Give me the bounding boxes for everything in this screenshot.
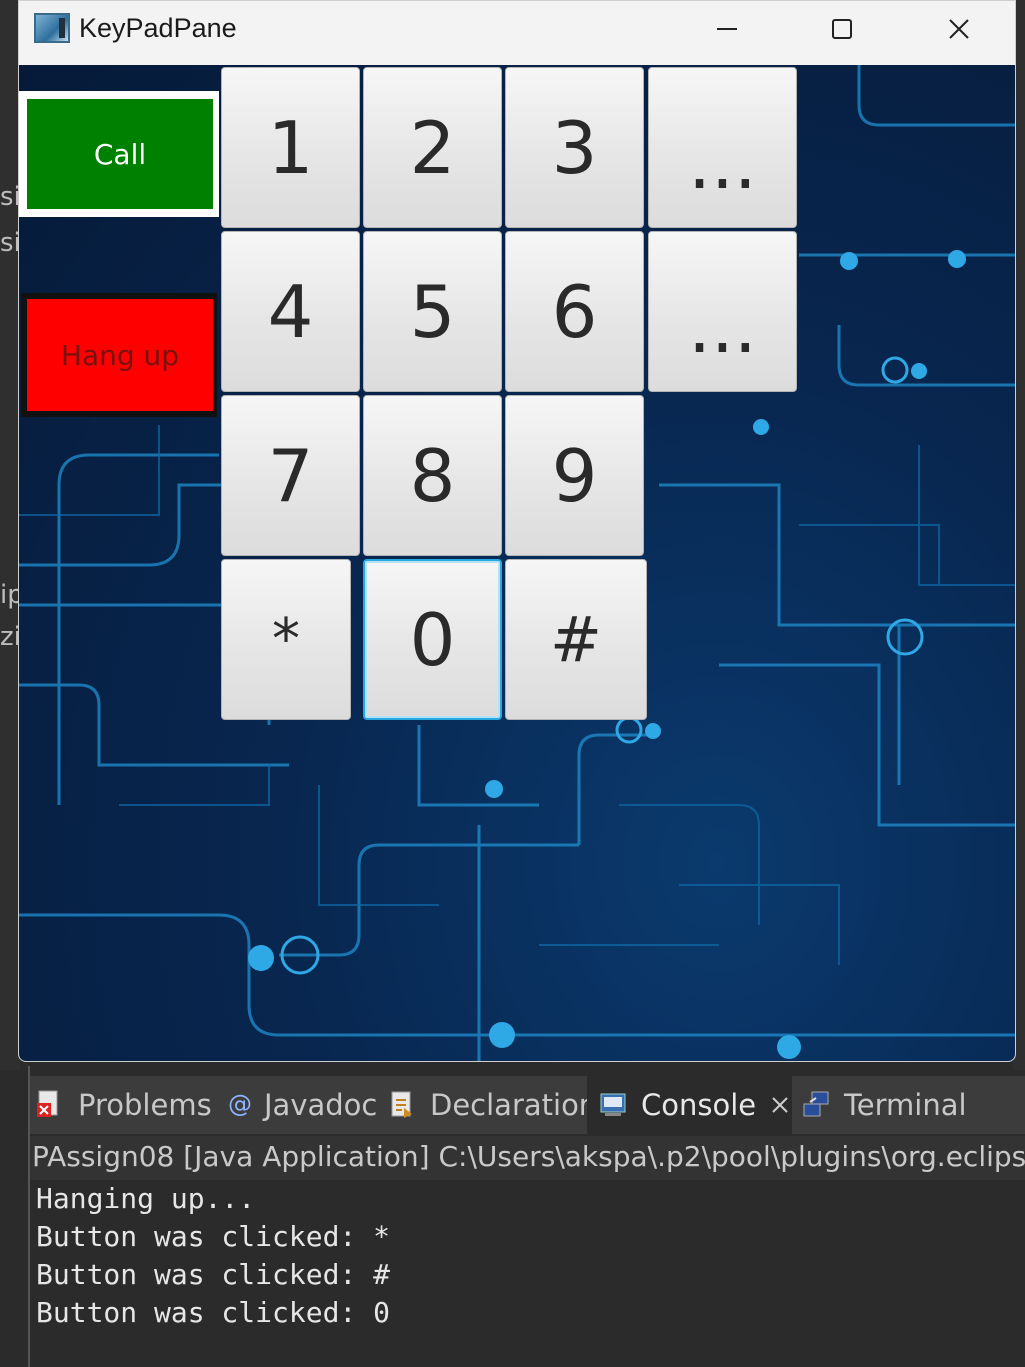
- key-hash[interactable]: #: [505, 559, 647, 720]
- console-line: Hanging up...: [36, 1182, 256, 1215]
- key-2[interactable]: 2: [363, 67, 502, 228]
- close-tab-icon[interactable]: [770, 1088, 790, 1122]
- tab-label: Declaration: [430, 1088, 598, 1122]
- at-icon: @: [228, 1090, 252, 1118]
- tab-label: Terminal: [844, 1088, 967, 1122]
- key-8[interactable]: 8: [363, 395, 502, 556]
- declaration-icon: [388, 1090, 418, 1120]
- keypad-pane: Call Hang up 1 2 3 ... 4 5 6 ... 7 8 9 *…: [19, 65, 1015, 1061]
- key-6[interactable]: 6: [505, 231, 644, 392]
- call-button-frame: Call: [19, 91, 219, 217]
- maximize-icon: [832, 19, 852, 39]
- minimize-button[interactable]: [679, 1, 775, 57]
- console-line: Button was clicked: 0: [36, 1296, 391, 1329]
- tab-problems[interactable]: Problems: [36, 1076, 212, 1134]
- key-more-2[interactable]: ...: [648, 231, 797, 392]
- console-icon: [599, 1090, 629, 1120]
- hangup-button[interactable]: Hang up: [27, 299, 213, 411]
- key-4[interactable]: 4: [221, 231, 360, 392]
- key-5[interactable]: 5: [363, 231, 502, 392]
- key-7[interactable]: 7: [221, 395, 360, 556]
- key-9[interactable]: 9: [505, 395, 644, 556]
- ide-editor-left-edge: si si ip zi: [0, 0, 24, 1070]
- console-output[interactable]: Hanging up... Button was clicked: * Butt…: [30, 1180, 1025, 1367]
- tab-javadoc[interactable]: @ Javadoc: [228, 1076, 377, 1134]
- tab-label: Javadoc: [264, 1088, 378, 1122]
- tab-console[interactable]: Console: [587, 1076, 792, 1134]
- key-1[interactable]: 1: [221, 67, 360, 228]
- console-line: Button was clicked: *: [36, 1220, 391, 1253]
- tab-label: Problems: [78, 1088, 212, 1122]
- hangup-button-frame: Hang up: [21, 293, 217, 417]
- panel-tab-bar: Problems @ Javadoc Declaration Console T…: [30, 1076, 1025, 1134]
- close-icon: [949, 19, 969, 39]
- key-more-1[interactable]: ...: [648, 67, 797, 228]
- maximize-button[interactable]: [794, 1, 890, 57]
- tab-declaration[interactable]: Declaration: [388, 1076, 597, 1134]
- app-icon: [34, 13, 70, 43]
- console-line: Button was clicked: #: [36, 1258, 391, 1291]
- console-header: PAssign08 [Java Application] C:\Users\ak…: [30, 1136, 1025, 1180]
- terminal-icon: [802, 1090, 832, 1120]
- window-title: KeyPadPane: [79, 13, 237, 43]
- key-star[interactable]: *: [221, 559, 351, 720]
- problems-icon: [36, 1090, 66, 1120]
- tab-label: Console: [641, 1088, 757, 1122]
- key-0[interactable]: 0: [363, 559, 502, 720]
- keypad-window: KeyPadPane Call Hang up 1 2 3 ... 4 5 6 …: [18, 0, 1016, 1062]
- key-3[interactable]: 3: [505, 67, 644, 228]
- console-launch-info: PAssign08 [Java Application] C:\Users\ak…: [32, 1140, 1025, 1173]
- close-button[interactable]: [911, 1, 1007, 57]
- tab-terminal[interactable]: Terminal: [802, 1076, 967, 1134]
- minimize-icon: [717, 28, 737, 30]
- title-bar[interactable]: KeyPadPane: [19, 1, 1015, 65]
- call-button[interactable]: Call: [27, 99, 213, 209]
